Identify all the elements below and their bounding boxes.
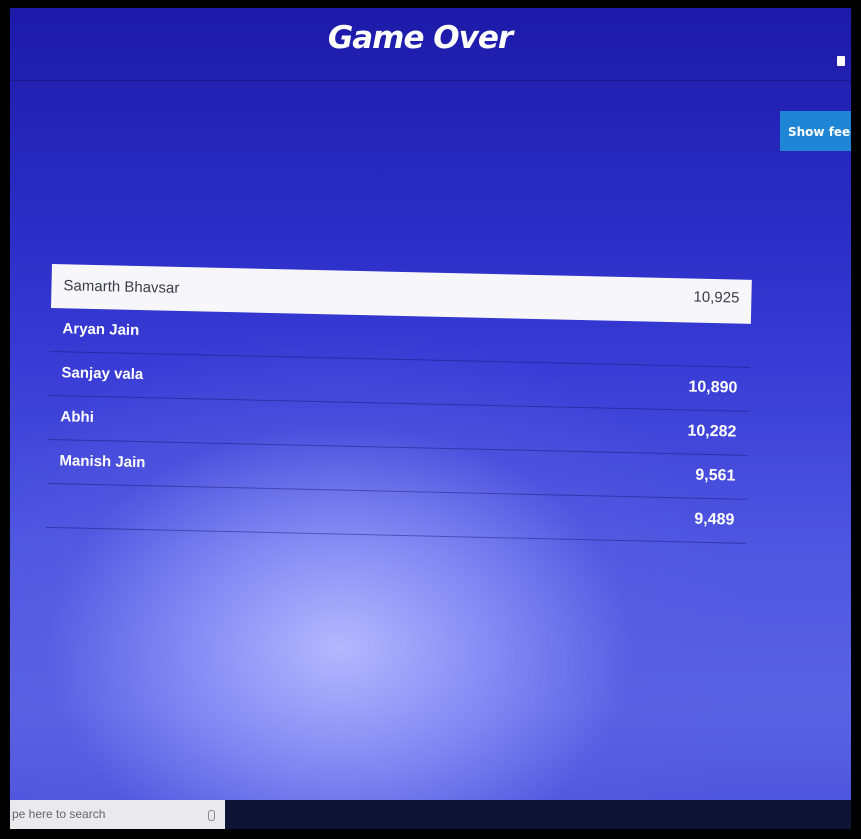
leaderboard: Samarth Bhavsar Aryan Jain 10,925 Sanjay… (46, 264, 752, 544)
player-name: Manish Jain (59, 452, 146, 472)
microphone-icon[interactable] (208, 810, 215, 821)
player-score: 9,561 (695, 466, 736, 485)
player-name: Aryan Jain (62, 320, 140, 339)
taskbar-search-input[interactable]: pe here to search (10, 800, 225, 829)
header-bar: Game Over (10, 8, 851, 81)
player-score: 10,925 (693, 288, 740, 307)
player-score: 10,890 (688, 378, 738, 397)
player-name: Sanjay vala (61, 364, 144, 384)
os-taskbar: pe here to search (10, 800, 851, 829)
game-screen: Game Over Show feedback Samarth Bhavsar … (10, 8, 851, 829)
window-icon[interactable] (837, 56, 845, 66)
player-score: 9,489 (694, 510, 735, 529)
game-over-title: Game Over (327, 20, 513, 56)
player-score: 10,282 (687, 422, 737, 441)
player-name-value: Samarth Bhavsar (63, 277, 180, 297)
player-name: Abhi (60, 408, 95, 426)
show-feedback-button[interactable]: Show feedback (780, 111, 851, 151)
